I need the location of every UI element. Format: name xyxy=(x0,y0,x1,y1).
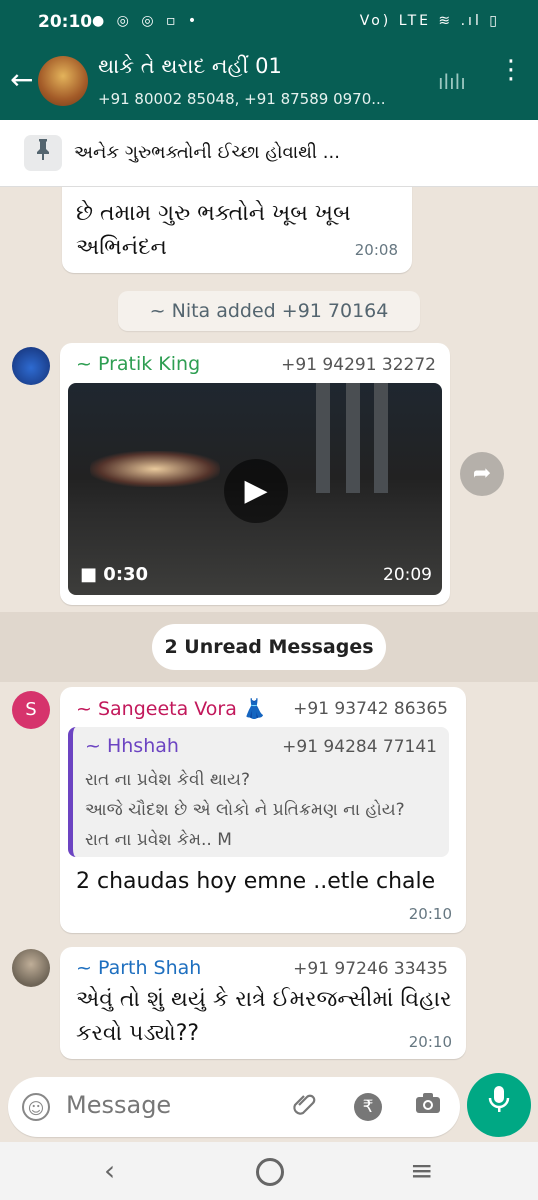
quote-text: આજે ચૌદશ છે એ લોકો ને પ્રતિક્રમણ ના હોય? xyxy=(85,800,405,820)
pinned-message-bar[interactable]: અનેક ગુરુભક્તોની ઈચ્છા હોવાથી ... xyxy=(0,120,538,187)
video-thumbnail[interactable]: ▶ ■ 0:30 20:09 xyxy=(68,383,442,595)
quote-phone: +91 94284 77141 xyxy=(282,737,437,757)
pillar xyxy=(316,383,330,493)
sender-name[interactable]: ~ Pratik King xyxy=(76,353,200,375)
message-text: એવું તો શું થયું કે રાત્રે ઈમરજન્સીમાં વ… xyxy=(76,987,452,1012)
nav-back-icon[interactable]: ‹ xyxy=(104,1154,115,1187)
more-options-icon[interactable]: ⋮ xyxy=(498,57,524,83)
chat-header: ← થાકે તે થરાદ નહીં 01 +91 80002 85048, … xyxy=(0,46,538,120)
play-icon[interactable]: ▶ xyxy=(224,459,288,523)
video-duration: ■ 0:30 xyxy=(80,564,148,585)
system-message: ~ Nita added +91 70164 51117 xyxy=(118,291,420,362)
sender-phone: +91 94291 32272 xyxy=(281,355,436,375)
status-time: 20:10 xyxy=(38,12,93,32)
sender-name[interactable]: ~ Parth Shah xyxy=(76,957,201,979)
camera-icon[interactable] xyxy=(414,1091,442,1121)
chat-title[interactable]: થાકે તે થરાદ નહીં 01 xyxy=(98,54,282,79)
video-duration-text: 0:30 xyxy=(103,564,149,585)
message-bubble[interactable]: ~ Sangeeta Vora 👗 +91 93742 86365 ~ Hhsh… xyxy=(60,687,466,933)
quoted-message[interactable]: ~ Hhshah +91 94284 77141 રાત ના પ્રવેશ ક… xyxy=(68,727,449,857)
pin-icon xyxy=(24,135,62,171)
avatar[interactable] xyxy=(12,347,50,385)
message-time: 20:10 xyxy=(408,1033,452,1051)
emoji-icon[interactable]: ☺ xyxy=(22,1093,50,1121)
video-message-bubble[interactable]: ~ Pratik King +91 94291 32272 ▶ ■ 0:30 2… xyxy=(60,343,450,605)
unread-banner: 2 Unread Messages xyxy=(0,612,538,682)
message-text: છે તમામ ગુરુ ભક્તોને ખૂબ ખૂબ xyxy=(76,201,351,226)
chat-area[interactable]: છે તમામ ગુરુ ભક્તોને ખૂબ ખૂબ અભિનંદન 20:… xyxy=(0,187,538,1073)
voice-chat-icon[interactable]: ılılı xyxy=(438,70,466,94)
message-text: 2 chaudas hoy emne ..etle chale xyxy=(76,869,436,894)
forward-icon[interactable]: ➦ xyxy=(460,452,504,496)
quote-text: રાત ના પ્રવેશ કેમ.. M xyxy=(85,830,232,850)
status-bar: 20:10 ● ◎ ◎ ▫ • Vo) LTE ≋ .ıl ▯ xyxy=(0,0,538,46)
avatar[interactable]: S xyxy=(12,691,50,729)
nav-home-icon[interactable] xyxy=(256,1158,284,1186)
notification-icons: ● ◎ ◎ ▫ • xyxy=(92,13,201,29)
system-icons: Vo) LTE ≋ .ıl ▯ xyxy=(359,13,500,29)
pillar xyxy=(346,383,360,493)
message-text: અભિનંદન xyxy=(76,235,167,260)
quote-sender: ~ Hhshah xyxy=(85,735,179,757)
message-bubble[interactable]: ~ Parth Shah +91 97246 33435 એવું તો શું… xyxy=(60,947,466,1059)
pillar xyxy=(374,383,388,493)
message-text: કરવો પડ્યો?? xyxy=(76,1021,200,1046)
message-time: 20:08 xyxy=(354,241,398,259)
attach-icon[interactable] xyxy=(292,1091,318,1124)
system-nav-bar: ‹ ≡ xyxy=(0,1142,538,1200)
nav-recents-icon[interactable]: ≡ xyxy=(410,1154,433,1187)
message-time: 20:10 xyxy=(408,905,452,923)
group-avatar[interactable] xyxy=(38,56,88,106)
avatar-letter: S xyxy=(25,699,37,720)
composer-bar: ☺ Message ₹ xyxy=(0,1073,538,1142)
unread-count: 2 Unread Messages xyxy=(152,624,386,670)
back-arrow-icon[interactable]: ← xyxy=(10,66,33,94)
quote-text: રાત ના પ્રવેશ કેવી થાય? xyxy=(85,770,251,790)
message-input[interactable]: ☺ Message ₹ xyxy=(8,1077,460,1137)
pinned-text: અનેક ગુરુભક્તોની ઈચ્છા હોવાથી ... xyxy=(74,142,340,163)
message-bubble[interactable]: છે તમામ ગુરુ ભક્તોને ખૂબ ખૂબ અભિનંદન 20:… xyxy=(62,187,412,273)
headlight-glow xyxy=(90,451,220,487)
video-camera-icon: ■ xyxy=(80,564,98,585)
microphone-icon[interactable] xyxy=(467,1073,531,1137)
message-time: 20:09 xyxy=(383,565,432,585)
sender-name[interactable]: ~ Sangeeta Vora 👗 xyxy=(76,697,267,720)
message-placeholder: Message xyxy=(66,1091,172,1119)
avatar[interactable] xyxy=(12,949,50,987)
sender-phone: +91 93742 86365 xyxy=(293,699,448,719)
chat-members[interactable]: +91 80002 85048, +91 87589 0970... xyxy=(98,90,386,108)
payment-icon[interactable]: ₹ xyxy=(354,1093,382,1121)
sender-phone: +91 97246 33435 xyxy=(293,959,448,979)
